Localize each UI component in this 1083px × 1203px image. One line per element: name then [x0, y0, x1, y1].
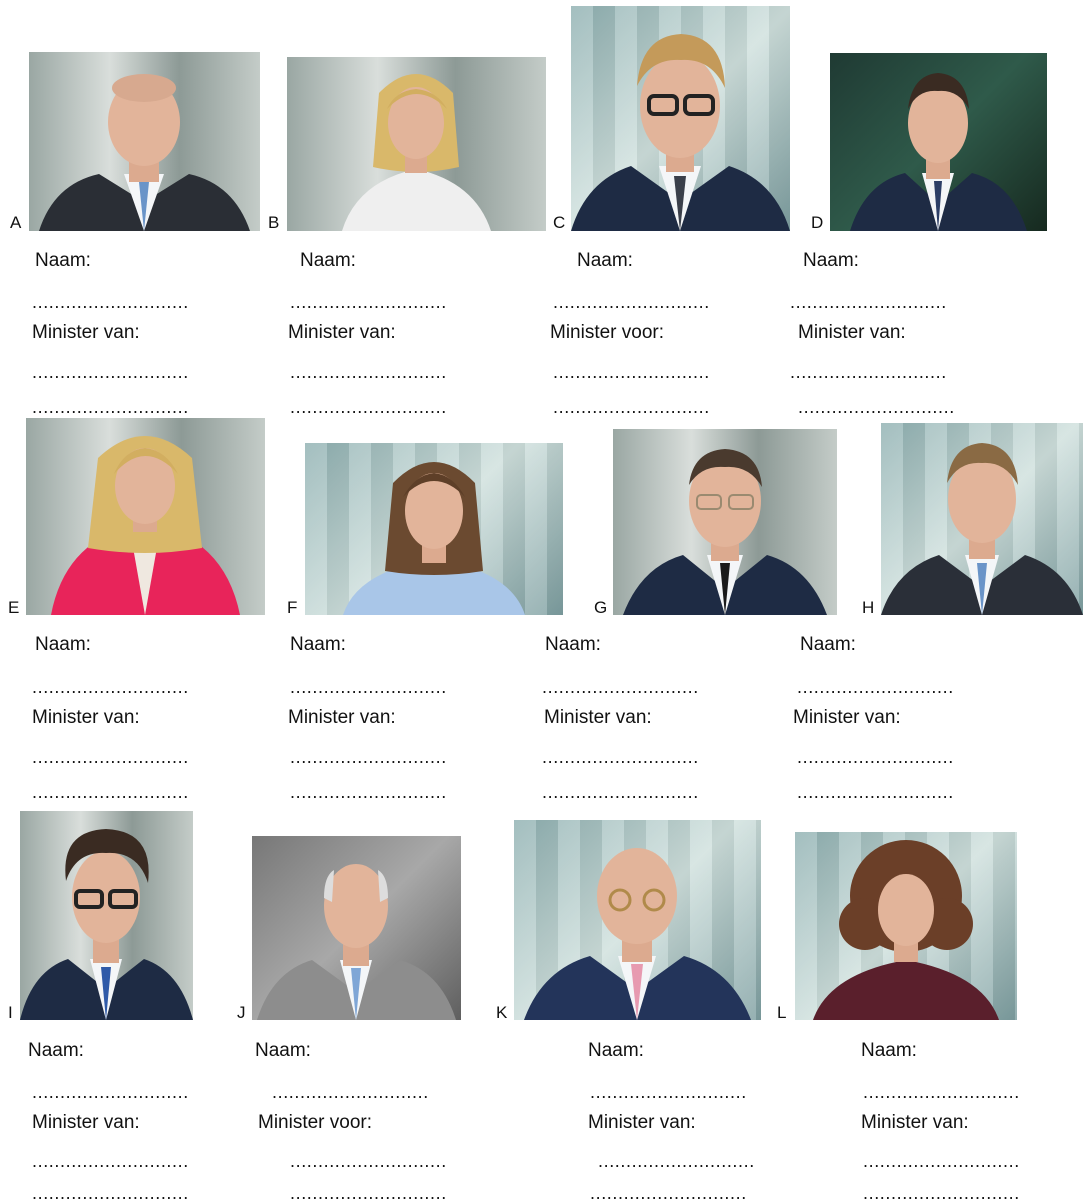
naam-label: Naam:: [28, 1040, 84, 1061]
card-letter: A: [10, 213, 22, 232]
ministry-answer-line-1[interactable]: ............................: [542, 748, 699, 766]
card-letter: K: [496, 1003, 508, 1022]
card-letter: G: [594, 598, 608, 617]
naam-answer-line[interactable]: ............................: [863, 1083, 1020, 1101]
minister-label: Minister van:: [861, 1112, 969, 1133]
portrait-illustration: [524, 848, 751, 1020]
naam-answer-line[interactable]: ............................: [32, 678, 189, 696]
naam-label: Naam:: [861, 1040, 917, 1061]
naam-answer-line[interactable]: ............................: [32, 1083, 189, 1101]
ministry-answer-line-1[interactable]: ............................: [790, 363, 947, 381]
portrait-photo-f: [305, 443, 563, 615]
naam-label: Naam:: [803, 250, 859, 271]
card-letter: D: [811, 213, 824, 232]
portrait-illustration: [20, 829, 193, 1020]
ministry-answer-line-2[interactable]: ............................: [290, 398, 447, 416]
ministry-answer-line-2[interactable]: ............................: [32, 783, 189, 801]
portrait-photo-a: [29, 52, 260, 231]
card-letter: F: [287, 598, 298, 617]
naam-answer-line[interactable]: ............................: [290, 293, 447, 311]
portrait-illustration: [850, 73, 1027, 231]
ministry-answer-line-1[interactable]: ............................: [553, 363, 710, 381]
card-letter: C: [553, 213, 566, 232]
naam-label: Naam:: [290, 634, 346, 655]
ministry-answer-line-1[interactable]: ............................: [797, 748, 954, 766]
ministry-answer-line-1[interactable]: ............................: [290, 363, 447, 381]
ministry-answer-line-1[interactable]: ............................: [32, 363, 189, 381]
portrait-photo-k: [514, 820, 761, 1020]
ministry-answer-line-2[interactable]: ............................: [542, 783, 699, 801]
naam-label: Naam:: [800, 634, 856, 655]
portrait-illustration: [571, 34, 790, 231]
portrait-photo-d: [830, 53, 1047, 231]
minister-label: Minister van:: [288, 322, 396, 343]
ministry-answer-line-2[interactable]: ............................: [32, 398, 189, 416]
minister-label: Minister van:: [798, 322, 906, 343]
minister-label: Minister van:: [32, 1112, 140, 1133]
naam-answer-line[interactable]: ............................: [272, 1083, 429, 1101]
portrait-photo-e: [26, 418, 265, 615]
ministry-answer-line-1[interactable]: ............................: [598, 1152, 755, 1170]
ministry-answer-line-2[interactable]: ............................: [290, 1184, 447, 1202]
naam-label: Naam:: [255, 1040, 311, 1061]
portrait-illustration: [881, 443, 1083, 615]
ministry-answer-line-2[interactable]: ............................: [32, 1184, 189, 1202]
ministry-answer-line-2[interactable]: ............................: [590, 1184, 747, 1202]
portrait-illustration: [39, 74, 250, 231]
card-letter: J: [237, 1003, 246, 1022]
minister-label: Minister van:: [32, 322, 140, 343]
naam-label: Naam:: [35, 250, 91, 271]
ministry-answer-line-1[interactable]: ............................: [290, 1152, 447, 1170]
naam-answer-line[interactable]: ............................: [32, 293, 189, 311]
ministry-answer-line-2[interactable]: ............................: [797, 783, 954, 801]
naam-label: Naam:: [35, 634, 91, 655]
minister-label: Minister van:: [588, 1112, 696, 1133]
portrait-photo-g: [613, 429, 837, 615]
naam-label: Naam:: [588, 1040, 644, 1061]
naam-answer-line[interactable]: ............................: [542, 678, 699, 696]
portrait-photo-h: [881, 423, 1083, 615]
card-letter: B: [268, 213, 280, 232]
portrait-photo-j: [252, 836, 461, 1020]
ministry-answer-line-1[interactable]: ............................: [32, 1152, 189, 1170]
card-letter: E: [8, 598, 20, 617]
minister-label: Minister voor:: [258, 1112, 373, 1133]
minister-label: Minister voor:: [550, 322, 665, 343]
portrait-illustration: [51, 436, 240, 615]
naam-label: Naam:: [577, 250, 633, 271]
naam-answer-line[interactable]: ............................: [290, 678, 447, 696]
minister-label: Minister van:: [544, 707, 652, 728]
naam-label: Naam:: [545, 634, 601, 655]
naam-answer-line[interactable]: ............................: [797, 678, 954, 696]
card-letter: L: [777, 1003, 787, 1022]
ministry-answer-line-2[interactable]: ............................: [863, 1184, 1020, 1202]
portrait-illustration: [342, 74, 491, 231]
portrait-illustration: [343, 462, 525, 615]
card-letter: I: [8, 1003, 13, 1022]
ministry-answer-line-1[interactable]: ............................: [290, 748, 447, 766]
portrait-illustration: [623, 449, 827, 615]
minister-label: Minister van:: [288, 707, 396, 728]
portrait-photo-l: [795, 832, 1017, 1020]
card-letter: H: [862, 598, 875, 617]
portrait-photo-i: [20, 811, 193, 1020]
naam-label: Naam:: [300, 250, 356, 271]
portrait-photo-b: [287, 57, 546, 231]
portrait-illustration: [257, 864, 456, 1020]
naam-answer-line[interactable]: ............................: [790, 293, 947, 311]
portrait-illustration: [813, 840, 999, 1020]
minister-label: Minister van:: [32, 707, 140, 728]
portrait-photo-c: [571, 6, 790, 231]
ministry-answer-line-2[interactable]: ............................: [798, 398, 955, 416]
ministry-answer-line-1[interactable]: ............................: [32, 748, 189, 766]
ministry-answer-line-2[interactable]: ............................: [290, 783, 447, 801]
naam-answer-line[interactable]: ............................: [553, 293, 710, 311]
ministry-answer-line-1[interactable]: ............................: [863, 1152, 1020, 1170]
naam-answer-line[interactable]: ............................: [590, 1083, 747, 1101]
minister-label: Minister van:: [793, 707, 901, 728]
ministry-answer-line-2[interactable]: ............................: [553, 398, 710, 416]
